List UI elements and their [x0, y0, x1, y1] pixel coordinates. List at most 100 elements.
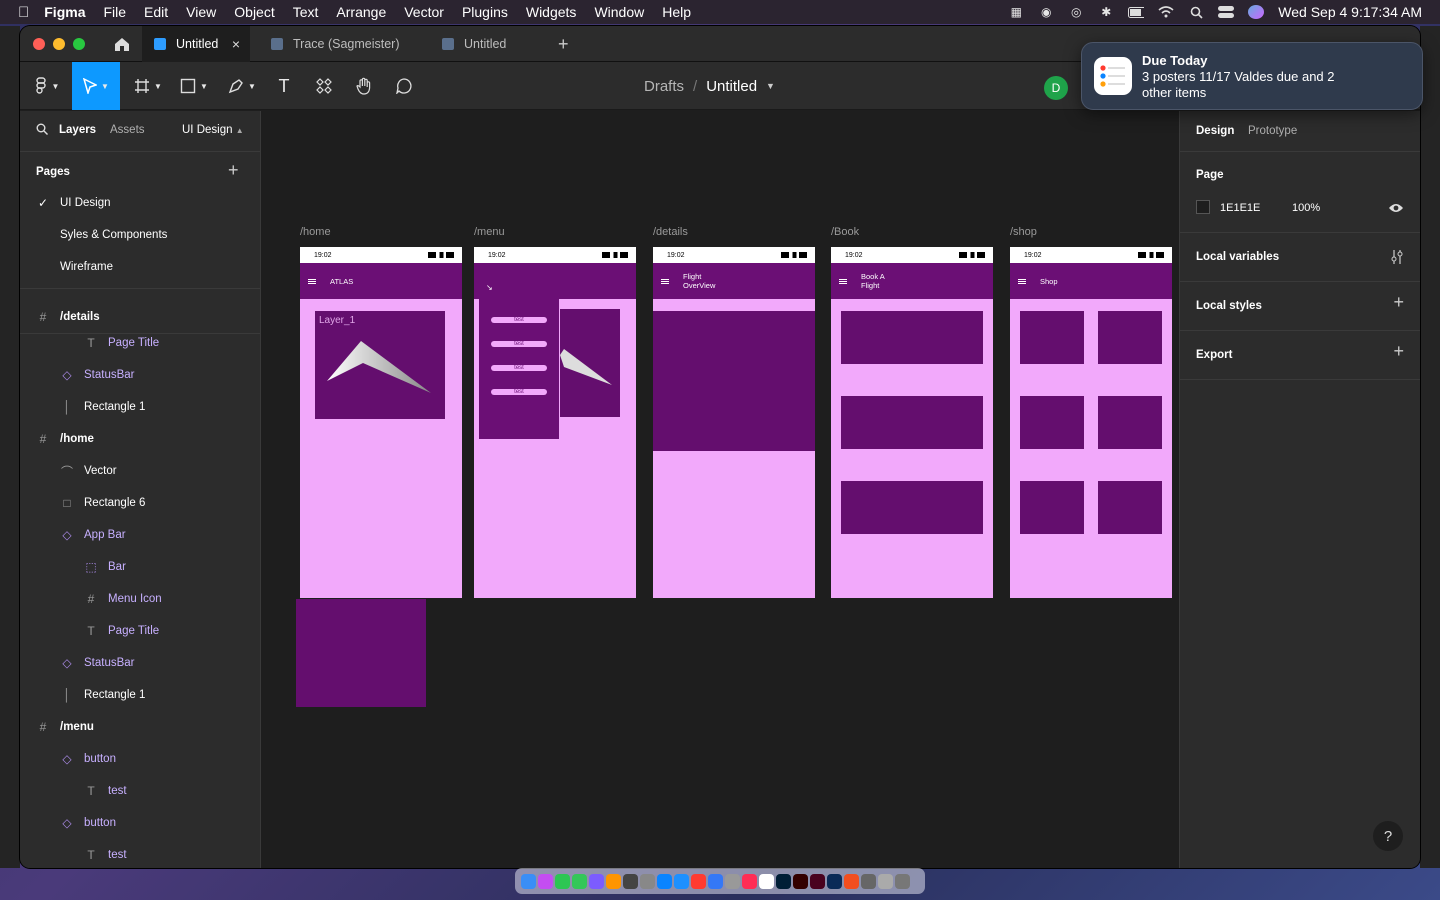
frame-book[interactable]: 19:02 Book A Flight [831, 247, 993, 598]
add-export-button[interactable]: + [1393, 341, 1404, 362]
move-tool-button[interactable]: ▼ [72, 62, 120, 110]
file-title[interactable]: Untitled [706, 78, 757, 95]
search-layers-icon[interactable] [36, 123, 48, 138]
dock-app-icon[interactable] [776, 873, 791, 889]
export-label[interactable]: Export [1196, 349, 1232, 361]
shape-tool-icon[interactable]: ▼ [174, 62, 214, 110]
local-variables-label[interactable]: Local variables [1196, 251, 1279, 263]
layer-row-bar[interactable]: ⬚ Bar [20, 551, 260, 583]
menu-button[interactable]: test [491, 317, 547, 323]
mute-icon[interactable]: ◎ [1068, 5, 1084, 19]
dock-app-icon[interactable] [572, 873, 587, 889]
dock-app-icon[interactable] [742, 873, 757, 889]
layer-row-rectangle-1[interactable]: │ Rectangle 1 [20, 391, 260, 423]
menu-file[interactable]: File [94, 4, 135, 20]
dock-app-icon[interactable] [810, 873, 825, 889]
menu-window[interactable]: Window [585, 4, 653, 20]
battery-icon[interactable] [1128, 5, 1145, 19]
breadcrumb-drafts[interactable]: Drafts [644, 78, 684, 95]
layer-row-vector[interactable]: ⌒ Vector [20, 455, 260, 487]
zoom-window-button[interactable] [73, 38, 85, 50]
menu-bg-rectangle[interactable] [560, 309, 620, 417]
shop-item-2[interactable] [1098, 311, 1162, 364]
apple-icon[interactable]:  [0, 4, 38, 21]
comment-tool-icon[interactable] [390, 62, 418, 110]
dock-app-icon[interactable] [793, 873, 808, 889]
tab-prototype[interactable]: Prototype [1248, 125, 1297, 137]
hero-rectangle[interactable]: Layer_1 [315, 311, 445, 419]
layer-row-page-title[interactable]: T Page Title [20, 327, 260, 359]
dock-app-icon[interactable] [538, 873, 553, 889]
tab-assets[interactable]: Assets [110, 124, 145, 136]
menu-button[interactable]: test [491, 389, 547, 395]
creative-cloud-icon[interactable]: ◉ [1038, 5, 1054, 19]
tab-trace-sagmeister[interactable]: Trace (Sagmeister) [259, 26, 424, 62]
page-item-wireframe[interactable]: Wireframe [20, 251, 260, 283]
minimize-window-button[interactable] [53, 38, 65, 50]
page-opacity[interactable]: 100% [1292, 202, 1320, 214]
dock-app-icon[interactable] [878, 873, 893, 889]
layer-row-rectangle-6[interactable]: □ Rectangle 6 [20, 487, 260, 519]
menu-object[interactable]: Object [225, 4, 283, 20]
wifi-icon[interactable] [1158, 5, 1174, 19]
frame-tool-icon[interactable]: ▼ [128, 62, 168, 110]
figma-menubar-icon[interactable]: ▦ [1008, 5, 1024, 19]
help-button[interactable]: ? [1373, 821, 1403, 851]
menu-button[interactable]: test [491, 341, 547, 347]
dock-app-icon[interactable] [674, 873, 689, 889]
frame-label[interactable]: /shop [1010, 226, 1037, 238]
layer-row-statusbar[interactable]: ◇ StatusBar [20, 647, 260, 679]
layer-row-test[interactable]: Ttest [20, 839, 260, 868]
book-card-3[interactable] [841, 481, 983, 534]
spotlight-search-icon[interactable] [1188, 5, 1204, 19]
frame-label[interactable]: /details [653, 226, 688, 238]
details-hero-rectangle[interactable] [653, 311, 815, 451]
side-menu-panel[interactable]: test test test test [479, 295, 559, 439]
dock-app-icon[interactable] [708, 873, 723, 889]
layer-row-menu[interactable]: # /menu [20, 711, 260, 743]
layer-row-button[interactable]: ◇ button [20, 743, 260, 775]
shop-item-3[interactable] [1020, 396, 1084, 449]
dock-app-icon[interactable] [895, 873, 910, 889]
menu-text[interactable]: Text [284, 4, 328, 20]
local-styles-label[interactable]: Local styles [1196, 300, 1262, 312]
layer-row-app-bar[interactable]: ◇ App Bar [20, 519, 260, 551]
shop-item-5[interactable] [1020, 481, 1084, 534]
page-color-hex[interactable]: 1E1E1E [1220, 202, 1260, 214]
siri-icon[interactable] [1248, 5, 1265, 19]
menu-edit[interactable]: Edit [135, 4, 177, 20]
tab-untitled-active[interactable]: Untitled × [142, 26, 250, 62]
dock-app-icon[interactable] [521, 873, 536, 889]
layer-row-rectangle-1[interactable]: │ Rectangle 1 [20, 679, 260, 711]
layer-row-button[interactable]: ◇ button [20, 807, 260, 839]
close-window-button[interactable] [33, 38, 45, 50]
menu-vector[interactable]: Vector [395, 4, 453, 20]
layer-row-page-title[interactable]: T Page Title [20, 615, 260, 647]
menu-button[interactable]: test [491, 365, 547, 371]
tab-untitled-2[interactable]: Untitled [430, 26, 540, 62]
dock-app-icon[interactable] [827, 873, 842, 889]
page-item-styles-components[interactable]: Syles & Components [20, 219, 260, 251]
menu-view[interactable]: View [177, 4, 225, 20]
control-center-icon[interactable] [1218, 5, 1235, 19]
dock-app-icon[interactable] [759, 873, 774, 889]
home-icon[interactable] [106, 26, 138, 62]
frame-label[interactable]: /menu [474, 226, 505, 238]
dock-app-icon[interactable] [725, 873, 740, 889]
new-tab-button[interactable]: + [546, 26, 572, 62]
add-page-button[interactable]: + [228, 160, 239, 181]
dock-app-icon[interactable] [844, 873, 859, 889]
page-switcher[interactable]: UI Design ▲ [182, 124, 244, 136]
frame-details[interactable]: 19:02 Flight OverView [653, 247, 815, 598]
page-item-ui-design[interactable]: ✓ UI Design [20, 187, 260, 219]
page-color-swatch[interactable] [1196, 200, 1210, 214]
book-card-2[interactable] [841, 396, 983, 449]
tab-design[interactable]: Design [1196, 125, 1234, 137]
menu-arrange[interactable]: Arrange [327, 4, 395, 20]
resources-tool-icon[interactable] [310, 62, 338, 110]
dock-app-icon[interactable] [555, 873, 570, 889]
text-tool-icon[interactable]: T [270, 62, 298, 110]
user-avatar[interactable]: D [1044, 76, 1068, 100]
menu-app-name[interactable]: Figma [38, 4, 94, 20]
dock-app-icon[interactable] [640, 873, 655, 889]
